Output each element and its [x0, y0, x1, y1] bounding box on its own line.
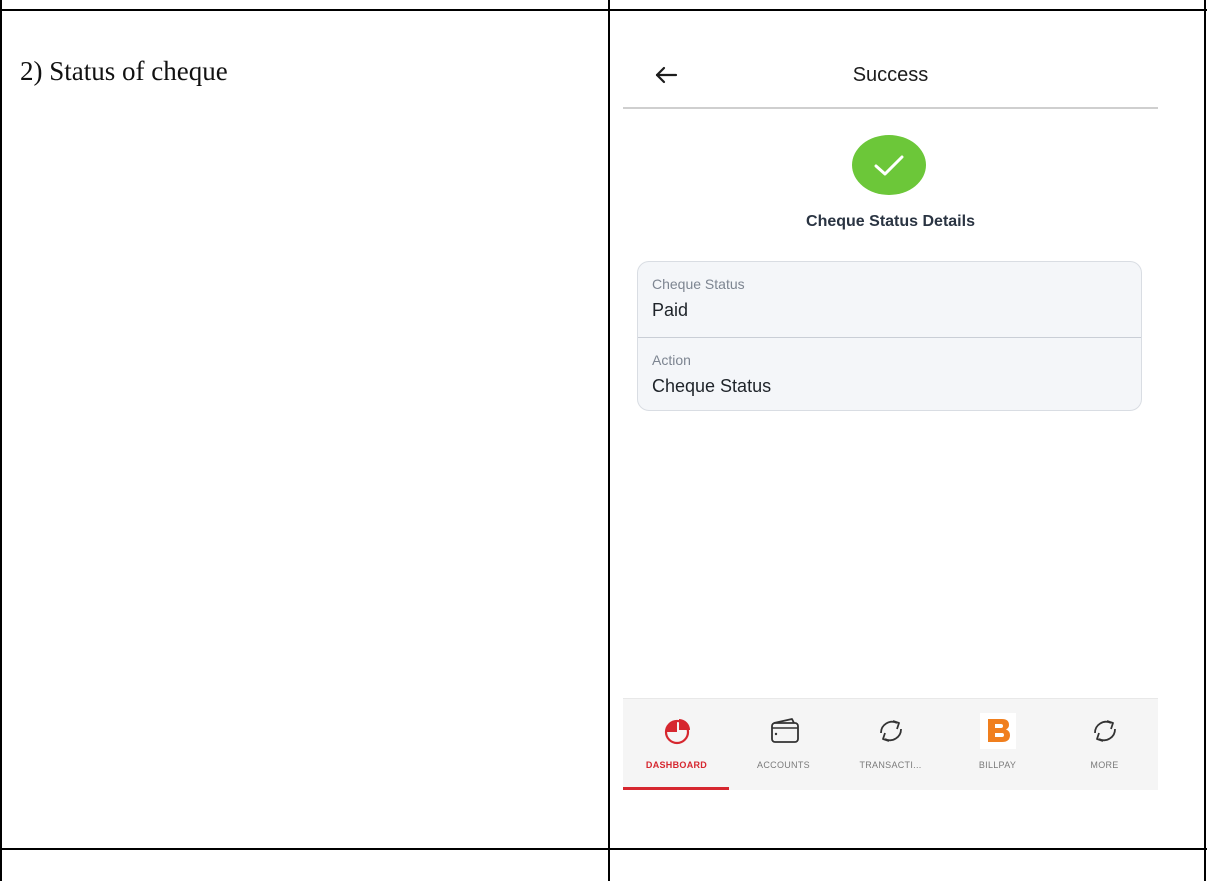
step-caption: 2) Status of cheque [20, 56, 228, 86]
nav-item-accounts[interactable]: ACCOUNTS [730, 699, 837, 790]
table-border-left [0, 0, 2, 881]
bottom-navigation: DASHBOARD ACCOUNTS TRANSACTI... BILLPAY … [623, 698, 1158, 790]
detail-row-cheque-status: Cheque Status Paid [638, 262, 1141, 336]
detail-label: Cheque Status [652, 276, 745, 292]
detail-value: Paid [652, 300, 689, 320]
detail-row-action: Action Cheque Status [638, 337, 1141, 410]
app-bar: Success [623, 44, 1158, 109]
nav-label: DASHBOARD [645, 760, 708, 770]
wallet-icon [771, 718, 799, 743]
nav-item-more[interactable]: MORE [1051, 699, 1158, 790]
active-tab-indicator [623, 787, 729, 790]
phone-screen: Success Cheque Status Details Cheque Sta… [623, 44, 1158, 790]
table-border-right [1204, 0, 1206, 881]
nav-item-dashboard[interactable]: DASHBOARD [623, 699, 730, 790]
nav-label: ACCOUNTS [757, 760, 810, 770]
nav-label: TRANSACTI... [859, 760, 922, 770]
page-title: Success [852, 64, 929, 86]
nav-item-billpay[interactable]: BILLPAY [944, 699, 1051, 790]
detail-label: Action [652, 352, 691, 368]
nav-label: BILLPAY [978, 760, 1017, 770]
detail-value: Cheque Status [652, 376, 772, 396]
table-border-middle [608, 0, 610, 881]
billpay-b-icon [980, 713, 1016, 749]
success-check-icon [852, 135, 926, 195]
transactions-arrows-icon [880, 720, 902, 742]
table-border-bottom [0, 848, 1207, 850]
nav-label: MORE [1090, 760, 1119, 770]
details-heading: Cheque Status Details [806, 213, 975, 230]
more-arrows-icon [1094, 720, 1116, 742]
dashboard-pie-icon [664, 719, 690, 745]
table-border-top [0, 9, 1207, 11]
nav-item-transactions[interactable]: TRANSACTI... [837, 699, 944, 790]
cheque-details-card: Cheque Status Paid Action Cheque Status [637, 261, 1142, 411]
